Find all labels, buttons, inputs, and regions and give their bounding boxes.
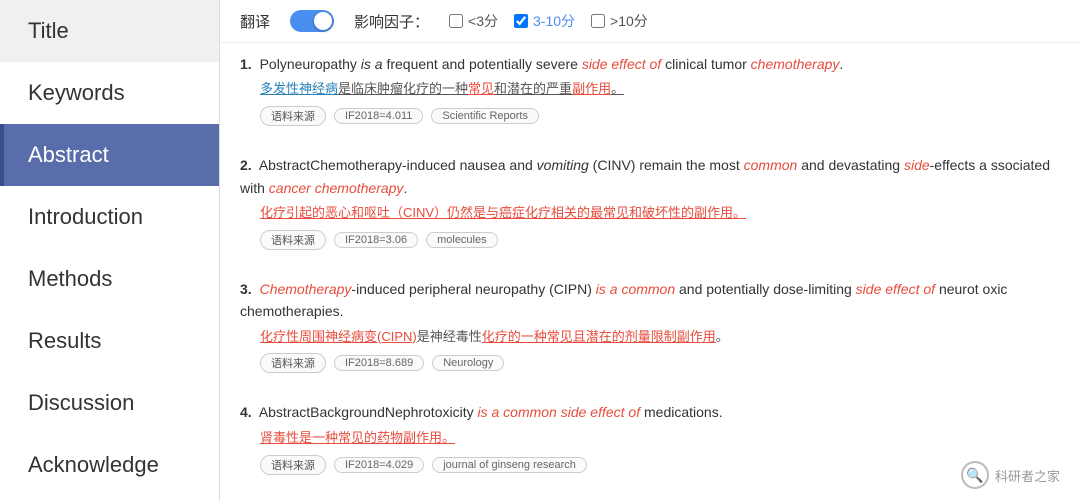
checkbox-lt3[interactable] bbox=[449, 14, 463, 28]
result-item: 4. AbstractBackgroundNephrotoxicity is a… bbox=[240, 401, 1060, 484]
en-text: AbstractBackgroundNephrotoxicity is a co… bbox=[259, 404, 723, 420]
meta-row: 语料来源 IF2018=3.06 molecules bbox=[260, 230, 1060, 250]
en-text: Polyneuropathy is a frequent and potenti… bbox=[260, 56, 844, 72]
option-lt3-label: <3分 bbox=[468, 11, 498, 31]
en-text: Chemotherapy-induced peripheral neuropat… bbox=[240, 281, 1007, 319]
option-3to10[interactable]: 3-10分 bbox=[514, 11, 575, 31]
result-zh: 化疗性周围神经病变(CIPN)是神经毒性化疗的一种常见且潜在的剂量限制副作用。 bbox=[260, 327, 1060, 348]
result-num: 2. bbox=[240, 157, 252, 173]
result-zh: 多发性神经病是临床肿瘤化疗的一种常见和潜在的严重副作用。 bbox=[260, 79, 1060, 100]
result-num: 4. bbox=[240, 404, 252, 420]
sidebar-item-introduction[interactable]: Introduction bbox=[0, 186, 219, 248]
factor-label: 影响因子： bbox=[354, 11, 429, 32]
option-lt3[interactable]: <3分 bbox=[449, 11, 498, 31]
toolbar: 翻译 影响因子： <3分 3-10分 >10分 bbox=[220, 0, 1080, 43]
result-item: 2. AbstractChemotherapy-induced nausea a… bbox=[240, 154, 1060, 260]
option-gt10-label: >10分 bbox=[610, 11, 648, 31]
translate-toggle[interactable] bbox=[290, 10, 334, 32]
translate-label: 翻译 bbox=[240, 11, 270, 32]
meta-journal: Scientific Reports bbox=[431, 108, 539, 124]
option-gt10[interactable]: >10分 bbox=[591, 11, 648, 31]
option-3to10-label: 3-10分 bbox=[533, 11, 575, 31]
meta-journal: molecules bbox=[426, 232, 498, 248]
meta-if: IF2018=4.029 bbox=[334, 457, 424, 473]
meta-source: 语料来源 bbox=[260, 353, 326, 373]
result-num: 1. bbox=[240, 56, 252, 72]
sidebar-item-acknowledge[interactable]: Acknowledge bbox=[0, 434, 219, 496]
meta-row: 语料来源 IF2018=8.689 Neurology bbox=[260, 353, 1060, 373]
meta-source: 语料来源 bbox=[260, 106, 326, 126]
result-item: 3. Chemotherapy-induced peripheral neuro… bbox=[240, 278, 1060, 384]
meta-if: IF2018=4.011 bbox=[334, 108, 423, 124]
result-zh: 肾毒性是一种常见的药物副作用。 bbox=[260, 428, 1060, 449]
en-text: AbstractChemotherapy-induced nausea and … bbox=[240, 157, 1050, 195]
meta-row: 语料来源 IF2018=4.029 journal of ginseng res… bbox=[260, 455, 1060, 475]
factor-options: <3分 3-10分 >10分 bbox=[449, 11, 648, 31]
main-panel: 翻译 影响因子： <3分 3-10分 >10分 bbox=[220, 0, 1080, 501]
meta-source: 语料来源 bbox=[260, 230, 326, 250]
meta-if: IF2018=3.06 bbox=[334, 232, 418, 248]
result-num: 3. bbox=[240, 281, 252, 297]
result-en: 4. AbstractBackgroundNephrotoxicity is a… bbox=[240, 401, 1060, 423]
meta-source: 语料来源 bbox=[260, 455, 326, 475]
checkbox-3to10[interactable] bbox=[514, 14, 528, 28]
sidebar-item-keywords[interactable]: Keywords bbox=[0, 62, 219, 124]
result-en: 2. AbstractChemotherapy-induced nausea a… bbox=[240, 154, 1060, 199]
checkbox-gt10[interactable] bbox=[591, 14, 605, 28]
result-zh: 化疗引起的恶心和呕吐（CINV）仍然是与癌症化疗相关的最常见和破坏性的副作用。 bbox=[260, 203, 1060, 224]
meta-if: IF2018=8.689 bbox=[334, 355, 424, 371]
sidebar-item-discussion[interactable]: Discussion bbox=[0, 372, 219, 434]
sidebar-item-title[interactable]: Title bbox=[0, 0, 219, 62]
content-area: 1. Polyneuropathy is a frequent and pote… bbox=[220, 43, 1080, 501]
result-en: 1. Polyneuropathy is a frequent and pote… bbox=[240, 53, 1060, 75]
meta-journal: Neurology bbox=[432, 355, 504, 371]
result-item: 1. Polyneuropathy is a frequent and pote… bbox=[240, 53, 1060, 136]
sidebar-item-abstract[interactable]: Abstract bbox=[0, 124, 219, 186]
toggle-thumb bbox=[314, 12, 332, 30]
result-en: 3. Chemotherapy-induced peripheral neuro… bbox=[240, 278, 1060, 323]
result-list: 1. Polyneuropathy is a frequent and pote… bbox=[240, 53, 1060, 485]
sidebar-item-methods[interactable]: Methods bbox=[0, 248, 219, 310]
sidebar: TitleKeywordsAbstractIntroductionMethods… bbox=[0, 0, 220, 501]
sidebar-item-results[interactable]: Results bbox=[0, 310, 219, 372]
meta-row: 语料来源 IF2018=4.011 Scientific Reports bbox=[260, 106, 1060, 126]
meta-journal: journal of ginseng research bbox=[432, 457, 587, 473]
